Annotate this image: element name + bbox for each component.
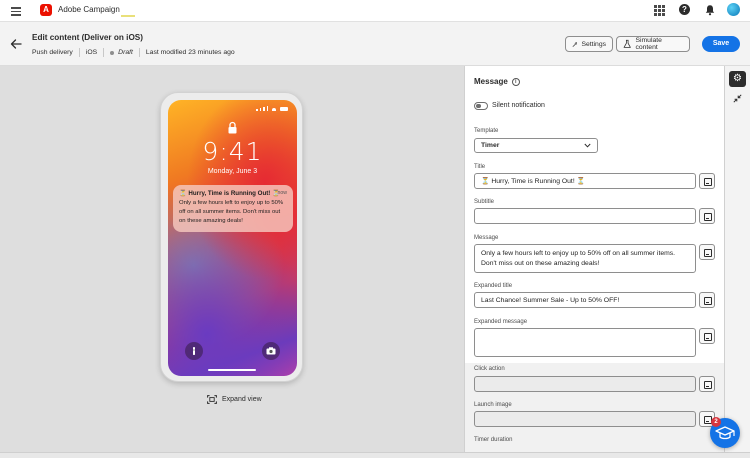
apps-grid-icon[interactable] <box>653 4 665 16</box>
personalize-icon <box>703 177 712 186</box>
help-icon[interactable]: ? <box>679 4 690 15</box>
channel-label: Push delivery <box>32 49 73 56</box>
expanded-title-label: Expanded title <box>474 283 513 289</box>
delivery-meta: Push delivery iOS Draft Last modified 23… <box>32 48 235 57</box>
subtitle-input[interactable] <box>474 208 696 224</box>
template-select-value: Timer <box>481 142 500 149</box>
status-dot-icon <box>110 50 115 55</box>
simulate-content-button[interactable]: Simulate content <box>616 36 690 52</box>
settings-button-label: Settings <box>581 40 606 48</box>
expanded-message-label: Expanded message <box>474 319 528 325</box>
expand-icon <box>207 395 217 404</box>
status-badge: Draft <box>118 49 133 56</box>
wrench-icon <box>572 41 578 47</box>
app-name: Adobe Campaign <box>58 5 120 14</box>
expand-view-label: Expand view <box>222 396 262 403</box>
expanded-title-personalize-button[interactable] <box>699 292 715 308</box>
silent-notification-toggle[interactable] <box>474 102 488 110</box>
info-icon[interactable]: i <box>511 77 520 86</box>
bell-icon[interactable] <box>704 4 716 16</box>
camera-icon <box>262 342 280 360</box>
lock-screen-time: 9:41 <box>202 137 263 166</box>
notification-badge: 2 <box>711 417 721 427</box>
phone-mockup: 9:41 Monday, June 3 ⏳ Hurry, Time is Run… <box>160 92 303 382</box>
lock-screen-date: Monday, June 3 <box>207 168 258 175</box>
launch-image-label: Launch image <box>474 402 512 408</box>
launch-image-input[interactable] <box>474 411 696 427</box>
message-properties-panel: Message i Silent notification Template T… <box>464 66 724 452</box>
gear-icon[interactable]: ⚙ <box>729 71 746 87</box>
home-indicator <box>208 369 256 371</box>
expanded-message-personalize-button[interactable] <box>699 328 715 344</box>
flask-icon <box>623 39 631 48</box>
simulate-button-label: Simulate content <box>635 37 662 51</box>
chevron-down-icon <box>584 143 591 148</box>
lock-icon <box>228 121 237 134</box>
notification-time: now <box>277 190 287 196</box>
template-select[interactable]: Timer <box>474 138 598 153</box>
panel-title: Message i <box>474 77 520 86</box>
platform-label: iOS <box>85 49 98 56</box>
personalize-icon <box>703 248 712 257</box>
adobe-logo-icon: A <box>40 4 52 16</box>
message-personalize-button[interactable] <box>699 244 715 260</box>
right-rail: ⚙ <box>724 66 750 452</box>
panel-title-label: Message <box>474 77 508 86</box>
expanded-message-input[interactable] <box>474 328 696 357</box>
avatar[interactable] <box>727 3 740 16</box>
menu-icon[interactable] <box>11 5 21 17</box>
settings-button[interactable]: Settings <box>565 36 613 52</box>
product-switch-indicator <box>121 15 135 17</box>
expand-view-button[interactable]: Expand view <box>207 395 262 404</box>
notification-title: ⏳ Hurry, Time is Running Out! ⏳ <box>179 190 280 197</box>
template-label: Template <box>474 128 499 134</box>
phone-screen: 9:41 Monday, June 3 ⏳ Hurry, Time is Run… <box>168 100 297 376</box>
last-modified: Last modified 23 minutes ago <box>145 49 235 56</box>
personalize-icon <box>703 332 712 341</box>
message-input[interactable]: Only a few hours left to enjoy up to 50%… <box>474 244 696 273</box>
click-action-label: Click action <box>474 366 505 372</box>
page-header: Edit content (Deliver on iOS) Push deliv… <box>0 22 750 66</box>
message-label: Message <box>474 235 499 241</box>
back-arrow-icon[interactable] <box>10 38 22 50</box>
status-bar-icons <box>256 106 288 111</box>
title-label: Title <box>474 164 486 170</box>
collapse-icon[interactable] <box>733 94 742 103</box>
title-input[interactable]: ⏳ Hurry, Time is Running Out! ⏳ <box>474 173 696 189</box>
top-bar: A Adobe Campaign ? <box>0 0 750 22</box>
title-personalize-button[interactable] <box>699 173 715 189</box>
personalize-icon <box>703 380 712 389</box>
subtitle-label: Subtitle <box>474 199 495 205</box>
timer-duration-label: Timer duration <box>474 437 513 443</box>
notification-body: Only a few hours left to enjoy up to 50%… <box>179 200 284 224</box>
personalize-icon <box>703 212 712 221</box>
flashlight-icon <box>185 342 203 360</box>
horizontal-scrollbar[interactable] <box>0 452 750 458</box>
silent-notification-label: Silent notification <box>492 102 545 109</box>
divider <box>103 48 105 57</box>
divider <box>138 48 140 57</box>
personalize-icon <box>703 296 712 305</box>
click-action-personalize-button[interactable] <box>699 376 715 392</box>
save-button[interactable]: Save <box>702 36 740 52</box>
subtitle-personalize-button[interactable] <box>699 208 715 224</box>
expanded-title-input[interactable]: Last Chance! Summer Sale - Up to 50% OFF… <box>474 292 696 308</box>
divider <box>78 48 80 57</box>
preview-area: 9:41 Monday, June 3 ⏳ Hurry, Time is Run… <box>0 66 464 452</box>
push-notification-preview: ⏳ Hurry, Time is Running Out! ⏳ now Only… <box>173 185 293 232</box>
click-action-input[interactable] <box>474 376 696 392</box>
page-title: Edit content (Deliver on iOS) <box>32 33 143 42</box>
